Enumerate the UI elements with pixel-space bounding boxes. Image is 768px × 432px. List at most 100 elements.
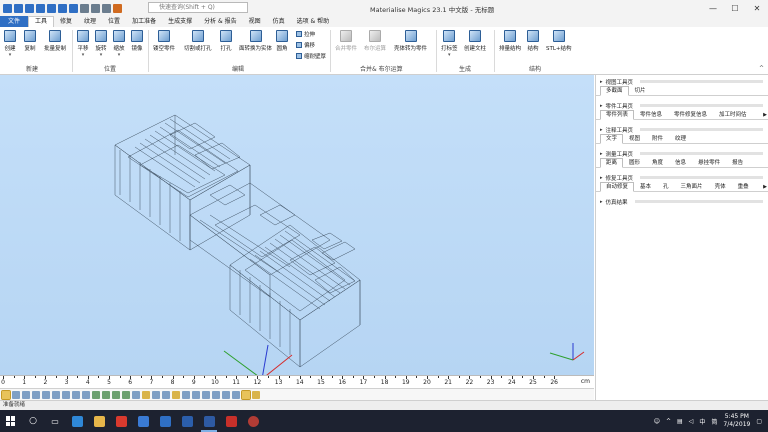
structure-button[interactable]: 结构 (527, 30, 539, 62)
collapse-ribbon-icon[interactable]: ^ (759, 65, 764, 72)
tab-part-list[interactable]: 零件列表 (600, 110, 635, 120)
shell-select-icon[interactable] (182, 390, 190, 399)
tab-multi-section[interactable]: 多截面 (600, 86, 629, 96)
undo-icon[interactable] (80, 3, 89, 13)
front-view-icon[interactable] (52, 390, 60, 399)
tab-texture[interactable]: 纹理 (78, 16, 102, 27)
ime-indicator[interactable]: 简 (711, 417, 717, 426)
expand-arrow-icon[interactable]: ▸ (600, 103, 603, 109)
taskbar-recorder[interactable] (242, 410, 264, 432)
tab-build-prep[interactable]: 加工准备 (126, 16, 162, 27)
rotate-button[interactable]: 旋转 ▾ (95, 30, 107, 62)
tab-support[interactable]: 生成支撑 (162, 16, 198, 27)
pan-icon[interactable] (22, 390, 30, 399)
redo-icon[interactable] (91, 3, 100, 13)
iso-view-icon[interactable] (82, 390, 90, 399)
tab-options-help[interactable]: 选项 & 帮助 (291, 16, 336, 27)
start-button[interactable] (0, 410, 22, 432)
expand-arrow-icon[interactable]: ▸ (600, 175, 603, 181)
rotate-view-icon[interactable] (32, 390, 40, 399)
tab-texture-annot[interactable]: 纹理 (669, 134, 692, 144)
scale-button[interactable]: 缩放 ▾ (113, 30, 125, 62)
grid-icon[interactable] (152, 390, 160, 399)
tab-build-time[interactable]: 加工时间估 (713, 110, 753, 120)
texture-view-icon[interactable] (252, 390, 260, 399)
copy-button[interactable]: 复制 (24, 30, 36, 62)
tab-file[interactable]: 文件 (0, 16, 28, 27)
cone-select-icon[interactable] (222, 390, 230, 399)
export-icon[interactable] (69, 3, 78, 13)
scroll-right-icon[interactable]: ▶ (762, 183, 768, 191)
measure-view-icon[interactable] (162, 390, 170, 399)
volume-icon[interactable]: ◁ (689, 418, 694, 425)
lasso-icon[interactable] (232, 390, 240, 399)
tab-tools[interactable]: 工具 (28, 16, 55, 27)
taskbar-edge[interactable] (66, 410, 88, 432)
tab-view[interactable]: 视图 (243, 16, 267, 27)
taskbar-pdf[interactable] (220, 410, 242, 432)
expand-arrow-icon[interactable]: ▸ (600, 79, 603, 85)
taskbar-magics[interactable] (198, 410, 220, 432)
tab-hole[interactable]: 孔 (657, 182, 675, 192)
tab-shell[interactable]: 壳体 (709, 182, 732, 192)
select-icon[interactable] (1, 389, 11, 400)
notifications-icon[interactable]: ▢ (756, 418, 762, 425)
tab-distance[interactable]: 距离 (600, 158, 624, 168)
zoom-fit-icon[interactable] (42, 390, 50, 399)
network-icon[interactable]: ▤ (677, 418, 683, 425)
language-indicator[interactable]: 中 (699, 417, 705, 426)
3d-viewport[interactable] (0, 75, 594, 375)
minimize-button[interactable]: — (702, 0, 724, 16)
shell-to-part-button[interactable]: 壳体转为零件 (394, 30, 427, 62)
surface-to-solid-button[interactable]: 面转换为实体 (239, 30, 272, 62)
save-icon[interactable] (36, 3, 45, 13)
top-view-icon[interactable] (62, 390, 70, 399)
marked-triangles-icon[interactable] (142, 390, 150, 399)
taskbar-explorer[interactable] (88, 410, 110, 432)
cylinder-select-icon[interactable] (202, 390, 210, 399)
surface-select-icon[interactable] (172, 390, 180, 399)
extrude-button[interactable]: 拉伸 (296, 30, 315, 38)
fillet-button[interactable]: 圆角 (276, 30, 288, 62)
merge-parts-button[interactable]: 合并零件 (335, 30, 357, 62)
tab-position[interactable]: 位置 (102, 16, 126, 27)
tab-overhang-part[interactable]: 悬挂零件 (692, 158, 726, 168)
section-view-icon[interactable] (132, 390, 140, 399)
offset-button[interactable]: 偏移 (296, 41, 315, 49)
translate-button[interactable]: 平移 ▾ (77, 30, 89, 62)
boolean-button[interactable]: 布尔运算 (364, 30, 386, 62)
batch-copy-button[interactable]: 批量复制 (44, 30, 66, 62)
highlight-icon[interactable] (241, 389, 251, 400)
clock[interactable]: 5:45 PM 7/4/2019 (723, 413, 750, 429)
tab-part-info[interactable]: 零件信息 (634, 110, 668, 120)
import-icon[interactable] (58, 3, 67, 13)
taskbar-store[interactable] (132, 410, 154, 432)
wireframe-icon[interactable] (102, 390, 110, 399)
create-pillar-button[interactable]: 创建文柱 (464, 30, 486, 62)
stl-structure-button[interactable]: STL+结构 (546, 30, 572, 62)
taskbar-task-view[interactable]: ▭ (44, 410, 66, 432)
tab-simulation[interactable]: 仿真 (267, 16, 291, 27)
tab-report[interactable]: 报告 (726, 158, 749, 168)
chevron-up-icon[interactable]: ^ (666, 418, 671, 425)
sphere-select-icon[interactable] (212, 390, 220, 399)
save-as-icon[interactable] (47, 3, 56, 13)
mirror-button[interactable]: 镜像 (131, 30, 143, 62)
tab-info[interactable]: 信息 (669, 158, 692, 168)
plane-select-icon[interactable] (192, 390, 200, 399)
tab-circle[interactable]: 圆形 (623, 158, 646, 168)
tab-fix[interactable]: 修复 (54, 16, 78, 27)
expand-arrow-icon[interactable]: ▸ (600, 199, 603, 205)
edges-icon[interactable] (122, 390, 130, 399)
punch-button[interactable]: 打孔 (220, 30, 232, 62)
scroll-right-icon[interactable]: ▶ (762, 111, 768, 119)
tab-analysis[interactable]: 分析 & 报告 (198, 16, 243, 27)
open-file-icon[interactable] (25, 3, 34, 13)
displacement-structure-button[interactable]: 排量结构 (499, 30, 521, 62)
tab-part-fix-info[interactable]: 零件修复信息 (668, 110, 713, 120)
tab-basic[interactable]: 基本 (634, 182, 657, 192)
shaded-icon[interactable] (92, 390, 100, 399)
tab-slice[interactable]: 切片 (629, 86, 652, 96)
create-button[interactable]: 创建 ▾ (4, 30, 16, 62)
close-button[interactable]: ✕ (746, 0, 768, 16)
